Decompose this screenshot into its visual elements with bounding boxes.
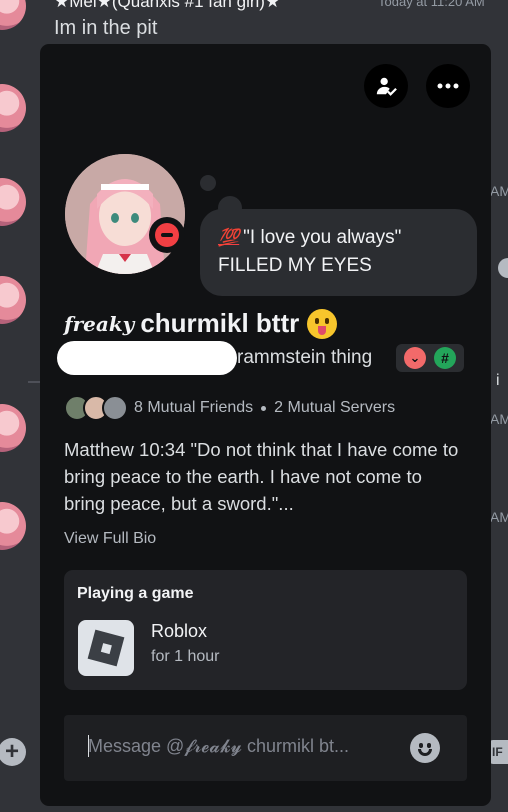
display-name-prefix: freaky bbox=[64, 311, 135, 336]
bio-text: Matthew 10:34 "Do not think that I have … bbox=[64, 439, 459, 514]
display-name-text: churmikl bttr bbox=[140, 308, 300, 338]
chat-time: AM bbox=[490, 183, 508, 199]
add-friend-button[interactable] bbox=[364, 64, 408, 108]
chat-time: AM bbox=[490, 411, 508, 427]
hundred-points-icon: 💯 bbox=[218, 228, 240, 247]
plus-icon[interactable]: + bbox=[0, 738, 26, 766]
chat-avatar[interactable] bbox=[0, 84, 26, 132]
message-box[interactable] bbox=[64, 715, 467, 781]
ellipsis-icon bbox=[437, 83, 459, 89]
mutual-friend-avatar bbox=[102, 395, 128, 421]
status-line-2: FILLED MY EYES bbox=[218, 255, 372, 276]
emoji-picker-icon[interactable] bbox=[410, 733, 440, 763]
profile-avatar[interactable] bbox=[65, 154, 185, 274]
view-full-bio-link[interactable]: View Full Bio bbox=[64, 530, 156, 548]
message-input[interactable] bbox=[88, 733, 398, 759]
activity-card[interactable]: Playing a game Roblox for 1 hour bbox=[64, 570, 467, 690]
pronouns: rammstein thing bbox=[237, 347, 373, 368]
chat-avatar[interactable] bbox=[0, 276, 26, 324]
profile-popout: 💯 "I love you always" FILLED MY EYES frea… bbox=[40, 44, 491, 806]
reaction-icon[interactable] bbox=[498, 258, 508, 278]
profile-badges: ⌄ # bbox=[396, 344, 464, 372]
roblox-icon bbox=[78, 620, 134, 676]
anime-avatar-image bbox=[65, 154, 185, 274]
redacted-username bbox=[57, 341, 237, 375]
chevron-badge-icon[interactable]: ⌄ bbox=[404, 347, 426, 369]
activity-duration: for 1 hour bbox=[151, 648, 220, 665]
chat-avatar[interactable] bbox=[0, 404, 26, 452]
drooling-face-icon bbox=[307, 308, 338, 339]
chat-message: Im in the pit bbox=[54, 17, 158, 39]
chat-avatar[interactable] bbox=[0, 178, 26, 226]
mutuals-row[interactable]: 8 Mutual Friends 2 Mutual Servers bbox=[64, 395, 395, 421]
separator-dot bbox=[261, 405, 267, 411]
chat-timestamp: Today at 11:20 AM bbox=[378, 0, 485, 9]
dnd-status-indicator bbox=[149, 217, 185, 253]
chat-avatar[interactable] bbox=[0, 502, 26, 550]
chat-text-fragment: i bbox=[496, 372, 500, 389]
activity-name: Roblox bbox=[151, 621, 208, 641]
hashtag-badge-icon[interactable]: # bbox=[434, 347, 456, 369]
chat-avatar[interactable] bbox=[0, 0, 26, 30]
activity-title: Playing a game bbox=[77, 585, 194, 602]
thought-bubble-dot bbox=[200, 175, 216, 191]
chat-author[interactable]: ★Mei★(Quanxis #1 fan girl)★ bbox=[54, 0, 280, 12]
person-check-icon bbox=[376, 77, 397, 96]
mutual-servers-link[interactable]: 2 Mutual Servers bbox=[274, 399, 395, 417]
status-line-1: "I love you always" bbox=[243, 227, 402, 248]
mutual-friends-link[interactable]: 8 Mutual Friends bbox=[134, 399, 253, 417]
gif-icon[interactable]: IF bbox=[488, 740, 508, 764]
display-name: freaky churmikl bttr bbox=[64, 308, 338, 339]
more-options-button[interactable] bbox=[426, 64, 470, 108]
custom-status-bubble: 💯 "I love you always" FILLED MY EYES bbox=[200, 209, 477, 296]
chat-time: AM bbox=[490, 509, 508, 525]
